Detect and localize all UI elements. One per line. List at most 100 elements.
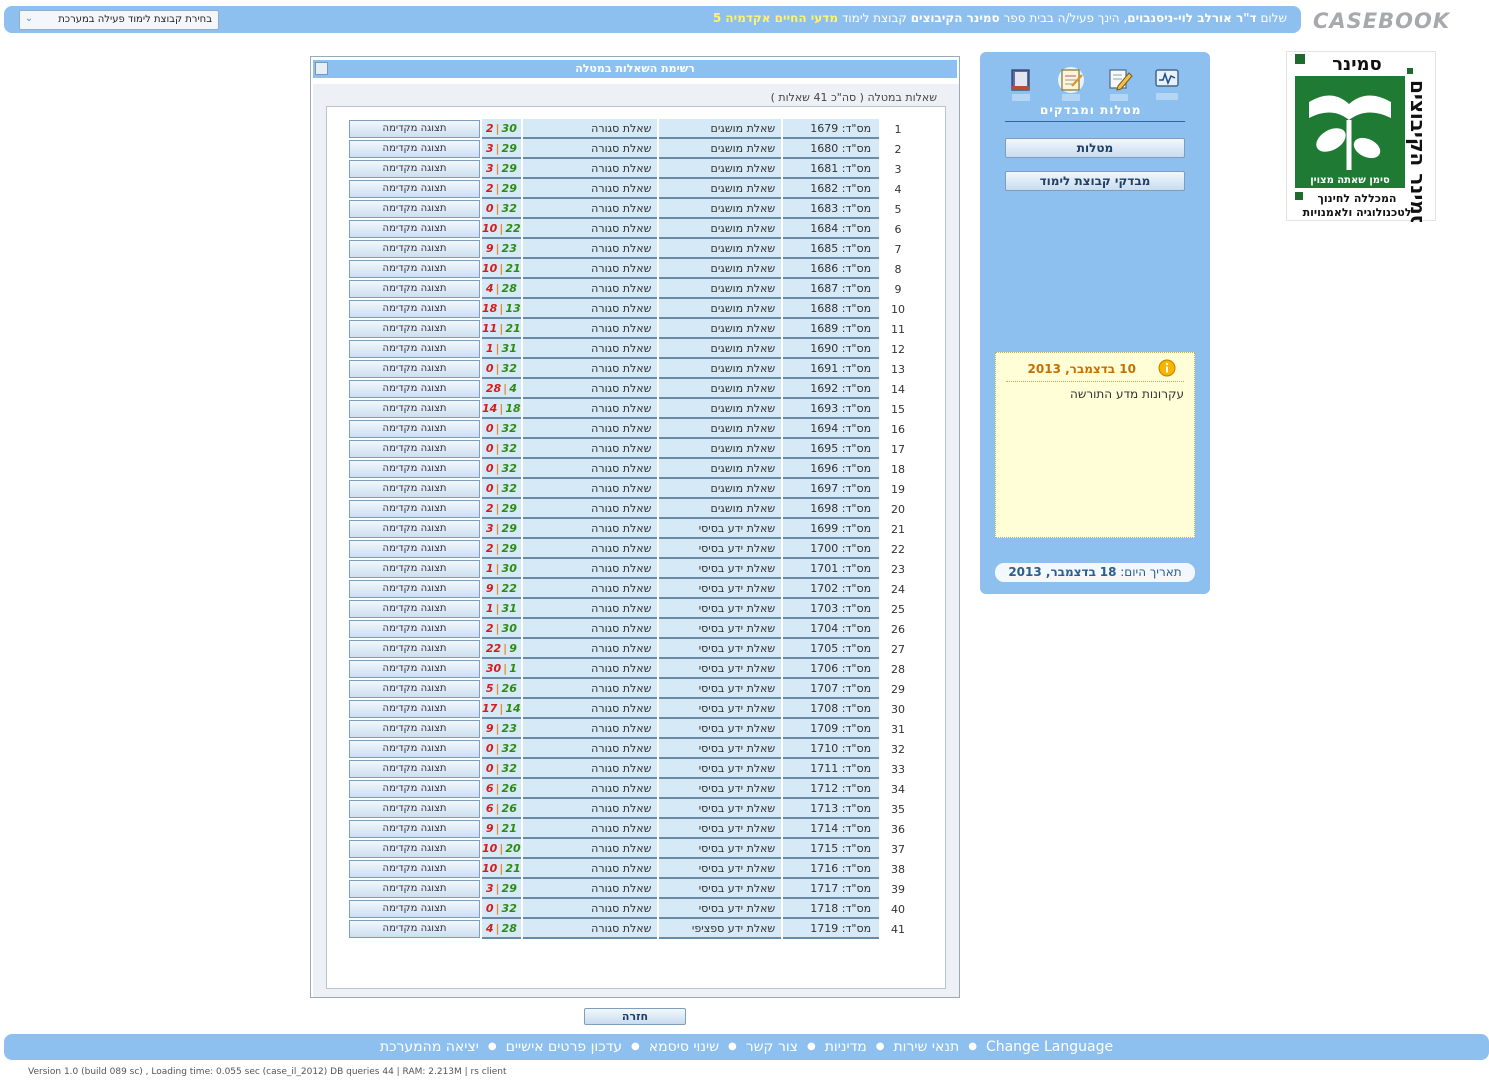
- question-format: שאלת סגורה: [522, 339, 658, 359]
- question-row: 35 מס"ד: 1713 שאלת ידע בסיסי שאלת סגורה 26|6…: [349, 799, 915, 819]
- preview-button[interactable]: תצוגה מקדימה: [349, 920, 481, 938]
- row-number: 15: [891, 402, 906, 416]
- footer-link[interactable]: עדכון פרטים אישיים: [506, 1039, 622, 1055]
- preview-button[interactable]: תצוגה מקדימה: [349, 500, 481, 518]
- question-kind: שאלת מושגים: [659, 439, 782, 459]
- back-button[interactable]: חזרה: [584, 1008, 686, 1025]
- question-row: 20 מס"ד: 1698 שאלת מושגים שאלת סגורה 29|2 תצו…: [349, 499, 915, 519]
- answer-stats: 29|3: [482, 879, 521, 899]
- preview-button[interactable]: תצוגה מקדימה: [349, 160, 481, 178]
- row-number: 30: [891, 702, 906, 716]
- preview-button[interactable]: תצוגה מקדימה: [349, 800, 481, 818]
- edit-task-icon[interactable]: [1106, 66, 1134, 106]
- answer-stats: 26|6: [482, 799, 521, 819]
- preview-button[interactable]: תצוגה מקדימה: [349, 640, 481, 658]
- stats-separator: |: [495, 181, 500, 195]
- row-number: 32: [891, 742, 906, 756]
- preview-button[interactable]: תצוגה מקדימה: [349, 880, 481, 898]
- preview-button[interactable]: תצוגה מקדימה: [349, 120, 481, 138]
- notice-box: 10 בדצמבר, 2013 עקרונות מדע התורשה: [995, 352, 1195, 538]
- preview-button[interactable]: תצוגה מקדימה: [349, 380, 481, 398]
- preview-button[interactable]: תצוגה מקדימה: [349, 740, 481, 758]
- answer-stats: 21|10: [482, 259, 521, 279]
- preview-cell: תצוגה מקדימה: [349, 159, 481, 179]
- preview-button[interactable]: תצוגה מקדימה: [349, 440, 481, 458]
- wrong-count: 9: [485, 821, 494, 835]
- preview-cell: תצוגה מקדימה: [349, 259, 481, 279]
- preview-button[interactable]: תצוגה מקדימה: [349, 320, 481, 338]
- preview-button[interactable]: תצוגה מקדימה: [349, 520, 481, 538]
- question-row: 19 מס"ד: 1697 שאלת מושגים שאלת סגורה 32|0 תצו…: [349, 479, 915, 499]
- footer-link[interactable]: שינוי סיסמא: [649, 1039, 719, 1055]
- preview-button[interactable]: תצוגה מקדימה: [349, 720, 481, 738]
- preview-button[interactable]: תצוגה מקדימה: [349, 340, 481, 358]
- question-row: 29 מס"ד: 1707 שאלת ידע בסיסי שאלת סגורה 26|5…: [349, 679, 915, 699]
- notice-divider: [1006, 381, 1184, 382]
- question-id: מס"ד: 1687: [783, 279, 880, 299]
- question-kind: שאלת ידע בסיסי: [659, 559, 782, 579]
- question-id: מס"ד: 1682: [783, 179, 880, 199]
- preview-button[interactable]: תצוגה מקדימה: [349, 580, 481, 598]
- preview-button[interactable]: תצוגה מקדימה: [349, 300, 481, 318]
- chevron-down-icon[interactable]: ⌄: [23, 13, 35, 27]
- footer-link[interactable]: תנאי שירות: [893, 1039, 959, 1055]
- preview-button[interactable]: תצוגה מקדימה: [349, 760, 481, 778]
- question-id: מס"ד: 1713: [783, 799, 880, 819]
- preview-button[interactable]: תצוגה מקדימה: [349, 200, 481, 218]
- notebook-icon[interactable]: [1056, 66, 1084, 106]
- footer-separator: ●: [631, 1041, 640, 1052]
- row-number: 3: [894, 162, 902, 176]
- question-format: שאלת סגורה: [522, 179, 658, 199]
- preview-button[interactable]: תצוגה מקדימה: [349, 660, 481, 678]
- preview-button[interactable]: תצוגה מקדימה: [349, 900, 481, 918]
- preview-button[interactable]: תצוגה מקדימה: [349, 480, 481, 498]
- preview-button[interactable]: תצוגה מקדימה: [349, 600, 481, 618]
- preview-cell: תצוגה מקדימה: [349, 439, 481, 459]
- preview-button[interactable]: תצוגה מקדימה: [349, 240, 481, 258]
- preview-button[interactable]: תצוגה מקדימה: [349, 220, 481, 238]
- preview-button[interactable]: תצוגה מקדימה: [349, 180, 481, 198]
- wrong-count: 1: [485, 601, 494, 615]
- tasks-button[interactable]: מטלות: [1005, 138, 1185, 158]
- answer-stats: 29|3: [482, 519, 521, 539]
- preview-button[interactable]: תצוגה מקדימה: [349, 860, 481, 878]
- question-row: 3 מס"ד: 1681 שאלת מושגים שאלת סגורה 29|3 תצוג…: [349, 159, 915, 179]
- preview-button[interactable]: תצוגה מקדימה: [349, 680, 481, 698]
- answer-stats: 29|3: [482, 159, 521, 179]
- correct-count: 32: [501, 441, 517, 455]
- preview-button[interactable]: תצוגה מקדימה: [349, 140, 481, 158]
- preview-button[interactable]: תצוגה מקדימה: [349, 360, 481, 378]
- minimize-icon[interactable]: [315, 62, 328, 75]
- footer-link[interactable]: יציאה מהמערכת: [380, 1039, 479, 1055]
- wrong-count: 0: [485, 201, 494, 215]
- books-icon[interactable]: [1007, 66, 1035, 106]
- footer-link[interactable]: צור קשר: [746, 1039, 798, 1055]
- answer-stats: 30|2: [482, 619, 521, 639]
- preview-button[interactable]: תצוגה מקדימה: [349, 260, 481, 278]
- greeting-text: שלום ד"ר אורלב לוי-ניסנבוים, הינך פעיל/ה…: [713, 11, 1287, 25]
- wrong-count: 3: [485, 881, 494, 895]
- group-tests-button[interactable]: מבדקי קבוצת לימוד: [1005, 171, 1185, 191]
- today-label: תאריך היום:: [1120, 565, 1182, 579]
- footer-link[interactable]: Change Language: [986, 1039, 1113, 1055]
- question-row: 8 מס"ד: 1686 שאלת מושגים שאלת סגורה 21|10 תצו…: [349, 259, 915, 279]
- preview-button[interactable]: תצוגה מקדימה: [349, 460, 481, 478]
- preview-button[interactable]: תצוגה מקדימה: [349, 280, 481, 298]
- footer-link[interactable]: מדיניות: [825, 1039, 867, 1055]
- question-row: 12 מס"ד: 1690 שאלת מושגים שאלת סגורה 31|1 תצו…: [349, 339, 915, 359]
- preview-button[interactable]: תצוגה מקדימה: [349, 700, 481, 718]
- wrong-count: 2: [485, 181, 494, 195]
- preview-button[interactable]: תצוגה מקדימה: [349, 620, 481, 638]
- stats-separator: |: [495, 781, 500, 795]
- preview-button[interactable]: תצוגה מקדימה: [349, 820, 481, 838]
- preview-button[interactable]: תצוגה מקדימה: [349, 560, 481, 578]
- preview-button[interactable]: תצוגה מקדימה: [349, 540, 481, 558]
- preview-button[interactable]: תצוגה מקדימה: [349, 780, 481, 798]
- wrong-count: 3: [485, 141, 494, 155]
- preview-button[interactable]: תצוגה מקדימה: [349, 400, 481, 418]
- group-select[interactable]: ⌄ בחירת קבוצת לימוד פעילה במערכת: [19, 10, 219, 30]
- preview-button[interactable]: תצוגה מקדימה: [349, 840, 481, 858]
- activity-monitor-icon[interactable]: [1153, 66, 1181, 106]
- side-panel: מטלות ומבדקים מטלות מבדקי קבוצת לימוד 10…: [980, 52, 1210, 594]
- preview-button[interactable]: תצוגה מקדימה: [349, 420, 481, 438]
